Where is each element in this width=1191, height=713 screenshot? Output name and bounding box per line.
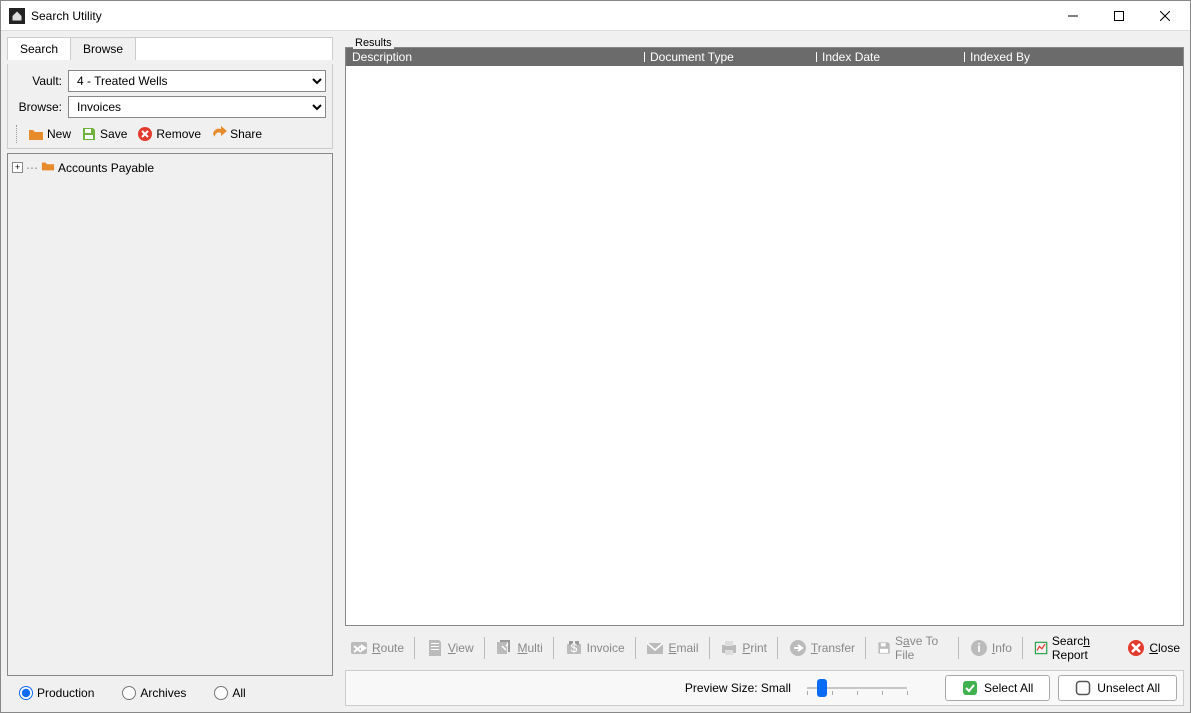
maximize-button[interactable]: [1096, 2, 1142, 30]
transfer-button[interactable]: Transfer: [784, 636, 859, 660]
close-button[interactable]: Close: [1122, 636, 1184, 660]
content-area: Search Browse Vault: 4 - Treated Wells B…: [1, 31, 1190, 712]
action-bar: RRouteoute View Multi $ Invoice Email: [345, 630, 1184, 666]
email-button[interactable]: Email: [641, 636, 702, 660]
share-button[interactable]: Share: [207, 124, 266, 144]
bottom-bar: Preview Size: Small Select All Unselect …: [345, 670, 1184, 706]
tab-browse[interactable]: Browse: [71, 38, 136, 60]
radio-all[interactable]: All: [214, 686, 245, 700]
tab-strip: Search Browse: [7, 37, 333, 60]
radio-archives[interactable]: Archives: [122, 686, 186, 700]
results-header: Description Document Type Index Date Ind…: [346, 48, 1183, 66]
slider-thumb[interactable]: [817, 679, 827, 697]
view-button[interactable]: View: [421, 636, 478, 660]
vault-select[interactable]: 4 - Treated Wells: [68, 70, 326, 92]
col-document-type[interactable]: Document Type: [644, 50, 816, 64]
multi-button[interactable]: Multi: [490, 636, 546, 660]
invoice-button[interactable]: $ Invoice: [560, 636, 629, 660]
folder-icon: [41, 159, 55, 176]
unselect-all-button[interactable]: Unselect All: [1058, 675, 1177, 701]
print-button[interactable]: Print: [715, 636, 771, 660]
form-area: Vault: 4 - Treated Wells Browse: Invoice…: [7, 64, 333, 149]
preview-size-label: Preview Size: Small: [685, 681, 791, 695]
vault-label: Vault:: [14, 74, 62, 88]
results-grid[interactable]: Description Document Type Index Date Ind…: [345, 47, 1184, 626]
preview-size-slider[interactable]: [807, 678, 907, 698]
toolbar-separator: [16, 125, 20, 143]
tree-connector: ⋯: [26, 161, 38, 175]
col-index-date[interactable]: Index Date: [816, 50, 964, 64]
scope-radio-group: Production Archives All: [7, 680, 333, 706]
close-window-button[interactable]: [1142, 2, 1188, 30]
window-title: Search Utility: [31, 9, 1050, 23]
svg-text:i: i: [977, 641, 980, 655]
select-all-button[interactable]: Select All: [945, 675, 1050, 701]
search-report-button[interactable]: Search Report: [1029, 632, 1119, 664]
browse-toolbar: New Save Remove Share: [14, 122, 326, 146]
app-icon: [9, 8, 25, 24]
tree-item-accounts-payable[interactable]: + ⋯ Accounts Payable: [12, 158, 328, 177]
save-to-file-button[interactable]: Save To File: [872, 632, 952, 664]
tab-search[interactable]: Search: [8, 38, 71, 60]
save-button[interactable]: Save: [77, 124, 131, 144]
right-panel: Results Description Document Type Index …: [345, 37, 1184, 706]
results-label: Results: [353, 37, 394, 49]
col-description[interactable]: Description: [346, 50, 644, 64]
radio-production[interactable]: Production: [19, 686, 94, 700]
browse-select[interactable]: Invoices: [68, 96, 326, 118]
titlebar: Search Utility: [1, 1, 1190, 31]
minimize-button[interactable]: [1050, 2, 1096, 30]
tree-item-label: Accounts Payable: [58, 161, 154, 175]
route-button[interactable]: RRouteoute: [345, 636, 408, 660]
left-panel: Search Browse Vault: 4 - Treated Wells B…: [7, 37, 333, 706]
browse-label: Browse:: [14, 100, 62, 114]
svg-text:$: $: [570, 641, 577, 655]
expand-icon[interactable]: +: [12, 162, 23, 173]
info-button[interactable]: i Info: [965, 636, 1016, 660]
results-group: Results Description Document Type Index …: [345, 37, 1184, 626]
col-indexed-by[interactable]: Indexed By: [964, 50, 1092, 64]
tree-panel: + ⋯ Accounts Payable: [7, 153, 333, 676]
remove-button[interactable]: Remove: [133, 124, 205, 144]
new-button[interactable]: New: [24, 124, 75, 144]
